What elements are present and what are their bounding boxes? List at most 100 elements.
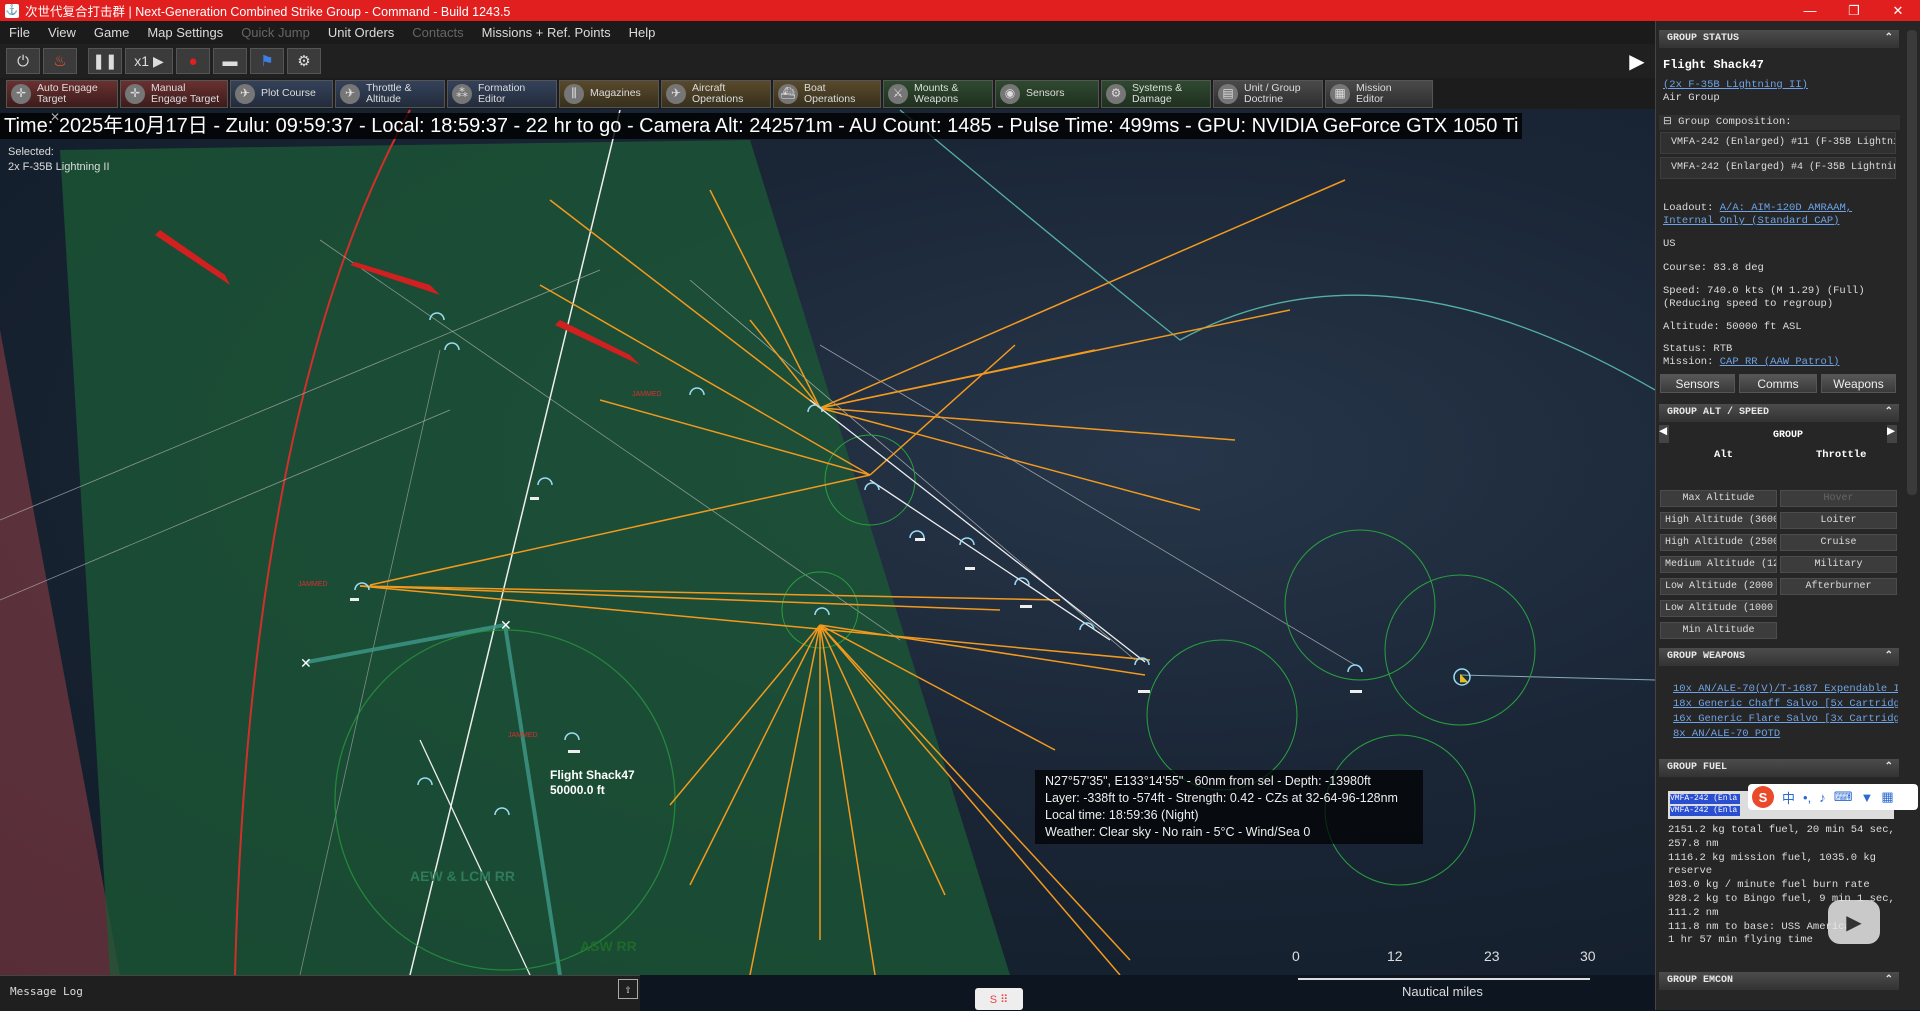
punctuation-icon[interactable]: •,: [1803, 790, 1811, 805]
group-fuel-header[interactable]: GROUP FUEL ⌃: [1659, 759, 1899, 777]
alt-option[interactable]: High Altitude (36000: [1660, 512, 1777, 529]
doctrine-button[interactable]: ▤ Unit / Group Doctrine: [1213, 79, 1323, 108]
selected-unit-marker[interactable]: ◣: [1460, 672, 1469, 684]
alt-speed-header[interactable]: GROUP ALT / SPEED ⌃: [1659, 404, 1899, 422]
menu-contacts[interactable]: Contacts: [403, 25, 472, 40]
throttle-option[interactable]: Hover: [1780, 490, 1897, 507]
tactical-map[interactable]: ✕ ✕ ◣ JAMMED JAMMED JAMMED: [0, 109, 1655, 975]
menu-map-settings[interactable]: Map Settings: [138, 25, 232, 40]
menu-game[interactable]: Game: [85, 25, 138, 40]
throttle-option[interactable]: Loiter: [1780, 512, 1897, 529]
magazines-button[interactable]: ⫼ Magazines: [559, 79, 659, 108]
collapse-icon[interactable]: ⌃: [1885, 404, 1893, 422]
record-icon[interactable]: ●: [176, 48, 210, 74]
menu-view[interactable]: View: [39, 25, 85, 40]
ime-toolbar[interactable]: S 中 •, ♪ ⌨ ▼ ▦: [1748, 784, 1918, 810]
cmd-label: Operations: [692, 92, 744, 105]
ship-icon[interactable]: ▬: [213, 48, 247, 74]
microphone-icon[interactable]: ♪: [1819, 790, 1826, 805]
group-weapons-header[interactable]: GROUP WEAPONS ⌃: [1659, 648, 1899, 666]
waypoint-x-icon[interactable]: ✕: [300, 655, 312, 671]
composition-row[interactable]: VMFA-242 (Enlarged) #4 (F-35B Lightning …: [1660, 157, 1896, 179]
menu-unit-orders[interactable]: Unit Orders: [319, 25, 403, 40]
menu-quick-jump[interactable]: Quick Jump: [232, 25, 319, 40]
throttle-altitude-button[interactable]: ✈ Throttle & Altitude: [335, 79, 445, 108]
unit-type-link[interactable]: (2x F-35B Lightning II): [1663, 79, 1808, 91]
weapon-link[interactable]: 8x AN/ALE-70 POTD: [1673, 728, 1898, 740]
plot-course-button[interactable]: ✈ Plot Course: [230, 79, 333, 108]
mission-link[interactable]: CAP RR (AAW Patrol): [1720, 356, 1840, 368]
formation-editor-button[interactable]: ⁂ Formation Editor: [447, 79, 557, 108]
collapse-icon[interactable]: ⌃: [1885, 648, 1893, 666]
alt-option[interactable]: Medium Altitude (12: [1660, 556, 1777, 573]
cmd-label: Altitude: [366, 92, 402, 105]
gear-icon[interactable]: ⚙: [287, 48, 321, 74]
close-button[interactable]: ✕: [1876, 3, 1920, 19]
sensors-tab[interactable]: Sensors: [1660, 374, 1735, 393]
scale-tick: 30: [1580, 948, 1596, 964]
mission-editor-button[interactable]: ▦ Mission Editor: [1325, 79, 1433, 108]
group-status-header[interactable]: GROUP STATUS ⌃: [1659, 30, 1899, 48]
loadout-link[interactable]: A/A: AIM-120D AMRAAM,: [1720, 202, 1852, 214]
fire-icon[interactable]: ♨: [43, 48, 77, 74]
expand-panel-arrow-icon[interactable]: ▶: [1625, 46, 1649, 76]
expand-up-icon[interactable]: ⇧: [618, 979, 638, 999]
flag-icon[interactable]: ⚑: [250, 48, 284, 74]
pause-button[interactable]: ❚❚: [88, 48, 122, 74]
throttle-option[interactable]: Afterburner: [1780, 578, 1897, 595]
collapse-icon[interactable]: ⌃: [1885, 972, 1893, 990]
weapon-link[interactable]: 10x AN/ALE-70(V)/T-1687 Expendable I: [1673, 683, 1898, 695]
menu-help[interactable]: Help: [620, 25, 665, 40]
minimize-button[interactable]: —: [1788, 3, 1832, 19]
weapons-tab[interactable]: Weapons: [1821, 374, 1896, 393]
scale-unit: Nautical miles: [1402, 984, 1483, 999]
composition-header[interactable]: ⊟ Group Composition:: [1659, 115, 1900, 130]
alt-option[interactable]: Low Altitude (2000: [1660, 578, 1777, 595]
collapse-icon[interactable]: ⌃: [1885, 759, 1893, 777]
throttle-option[interactable]: Cruise: [1780, 534, 1897, 551]
aircraft-operations-button[interactable]: ✈ Aircraft Operations: [661, 79, 771, 108]
power-icon[interactable]: ⏻: [6, 48, 40, 74]
command-toolbar: ✛ Auto Engage Target ✛ Manual Engage Target …: [0, 78, 1655, 109]
manual-engage-button[interactable]: ✛ Manual Engage Target: [120, 79, 228, 108]
tray-icon[interactable]: S ⠿: [975, 988, 1023, 1010]
alt-option[interactable]: Low Altitude (1000: [1660, 600, 1777, 617]
mounts-weapons-button[interactable]: ⚔ Mounts & Weapons: [883, 79, 993, 108]
message-log[interactable]: Message Log ⇧: [0, 975, 640, 1011]
time-compression-button[interactable]: x1 ▶: [125, 48, 173, 74]
weapon-link[interactable]: 18x Generic Chaff Salvo [5x Cartridg: [1673, 698, 1898, 710]
unit-label[interactable]: Flight Shack47 50000.0 ft: [550, 768, 635, 798]
loadout-link[interactable]: Internal Only (Standard CAP): [1663, 215, 1839, 227]
prev-arrow-icon[interactable]: ◀: [1659, 425, 1669, 443]
next-arrow-icon[interactable]: ▶: [1887, 425, 1897, 443]
sogou-icon[interactable]: S: [1752, 786, 1774, 808]
group-emcon-header[interactable]: GROUP EMCON ⌃: [1659, 972, 1899, 990]
skin-icon[interactable]: ▼: [1860, 790, 1873, 805]
menu-missions[interactable]: Missions + Ref. Points: [473, 25, 620, 40]
alt-option[interactable]: Max Altitude: [1660, 490, 1777, 507]
sensor-range-circle: [1146, 639, 1298, 791]
menu-file[interactable]: File: [0, 25, 39, 40]
alt-option[interactable]: Min Altitude: [1660, 622, 1777, 639]
keyboard-icon[interactable]: ⌨: [1834, 789, 1853, 805]
grid-icon[interactable]: ▦: [1881, 789, 1893, 805]
comms-tab[interactable]: Comms: [1739, 374, 1817, 393]
jammed-label: JAMMED: [632, 391, 662, 398]
play-video-icon[interactable]: ▶: [1828, 900, 1880, 944]
boat-operations-button[interactable]: ⛴ Boat Operations: [773, 79, 881, 108]
throttle-option[interactable]: Military: [1780, 556, 1897, 573]
close-icon[interactable]: ✕: [50, 110, 60, 124]
composition-row[interactable]: VMFA-242 (Enlarged) #11 (F-35B Lightning…: [1660, 132, 1896, 154]
message-log-label: Message Log: [10, 985, 83, 998]
sensors-button[interactable]: ◉ Sensors: [995, 79, 1099, 108]
cursor-info-tooltip: N27°57'35", E133°14'55" - 60nm from sel …: [1035, 770, 1423, 844]
weapon-link[interactable]: 16x Generic Flare Salvo [3x Cartridg: [1673, 713, 1898, 725]
panel-scrollbar[interactable]: [1907, 30, 1917, 495]
systems-damage-button[interactable]: ⚙ Systems & Damage: [1101, 79, 1211, 108]
chinese-mode-icon[interactable]: 中: [1782, 788, 1795, 807]
collapse-icon[interactable]: ⌃: [1885, 30, 1893, 48]
maximize-button[interactable]: ❐: [1832, 3, 1876, 19]
target-icon: ✛: [125, 83, 145, 104]
alt-option[interactable]: High Altitude (25000: [1660, 534, 1777, 551]
auto-engage-button[interactable]: ✛ Auto Engage Target: [6, 79, 118, 108]
